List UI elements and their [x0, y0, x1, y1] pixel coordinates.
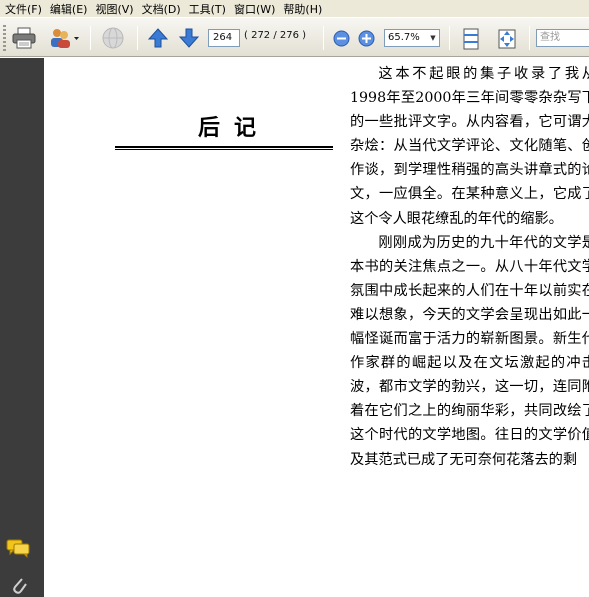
paperclip-icon [13, 578, 27, 594]
navigation-panel [0, 58, 44, 597]
page-heading: 后记 [198, 115, 271, 141]
fit-width-button[interactable] [459, 27, 483, 51]
print-button[interactable] [11, 25, 37, 51]
menu-tools[interactable]: 工具(T) [187, 1, 232, 17]
fit-page-icon [463, 28, 479, 50]
share-button[interactable] [47, 25, 81, 51]
arrow-down-icon [179, 28, 199, 48]
toolbar-grip[interactable] [3, 25, 6, 51]
body-text: 这本不起眼的集子收录了我从1998年至2000年三年间零零杂杂写下的一些批评文字… [350, 62, 589, 472]
menu-document[interactable]: 文档(D) [140, 1, 187, 17]
search-input[interactable]: 查找 [536, 29, 589, 47]
paragraph: 这本不起眼的集子收录了我从1998年至2000年三年间零零杂杂写下的一些批评文字… [350, 66, 589, 227]
printer-icon [12, 27, 36, 49]
page-count: ( 272 / 276 ) [244, 30, 307, 41]
zoom-in-button[interactable] [357, 29, 375, 47]
menu-view[interactable]: 视图(V) [93, 1, 139, 17]
comments-button[interactable] [6, 538, 30, 561]
zoom-out-icon [333, 30, 349, 46]
chevron-down-icon: ▼ [430, 34, 436, 42]
attach-button[interactable] [98, 25, 128, 51]
globe-icon [102, 27, 124, 49]
previous-page-button[interactable] [147, 27, 169, 49]
zoom-in-icon [358, 30, 374, 46]
paragraph: 刚刚成为历史的九十年代的文学是本书的关注焦点之一。从八十年代文学氛围中成长起来的… [350, 234, 589, 468]
menu-edit[interactable]: 编辑(E) [48, 1, 94, 17]
menu-bar: 文件(F) 编辑(E) 视图(V) 文档(D) 工具(T) 窗口(W) 帮助(H… [0, 0, 589, 17]
toolbar: 264 ( 272 / 276 ) 65.7% ▼ 查找 [0, 17, 589, 57]
zoom-select[interactable]: 65.7% ▼ [384, 29, 440, 47]
users-icon [51, 29, 79, 48]
expand-icon [498, 29, 516, 49]
menu-help[interactable]: 帮助(H) [281, 1, 328, 17]
zoom-out-button[interactable] [332, 29, 350, 47]
menu-window[interactable]: 窗口(W) [232, 1, 281, 17]
heading-rule-thin [115, 149, 333, 150]
attachments-button[interactable] [10, 575, 28, 597]
full-screen-button[interactable] [494, 27, 520, 51]
document-page: 后记 这本不起眼的集子收录了我从1998年至2000年三年间零零杂杂写下的一些批… [44, 58, 589, 597]
next-page-button[interactable] [178, 27, 200, 49]
menu-file[interactable]: 文件(F) [3, 1, 48, 17]
comment-icon [6, 539, 30, 559]
heading-rule [115, 146, 333, 148]
arrow-up-icon [148, 28, 168, 48]
zoom-value: 65.7% [388, 32, 420, 43]
page-number-input[interactable]: 264 [208, 29, 240, 47]
